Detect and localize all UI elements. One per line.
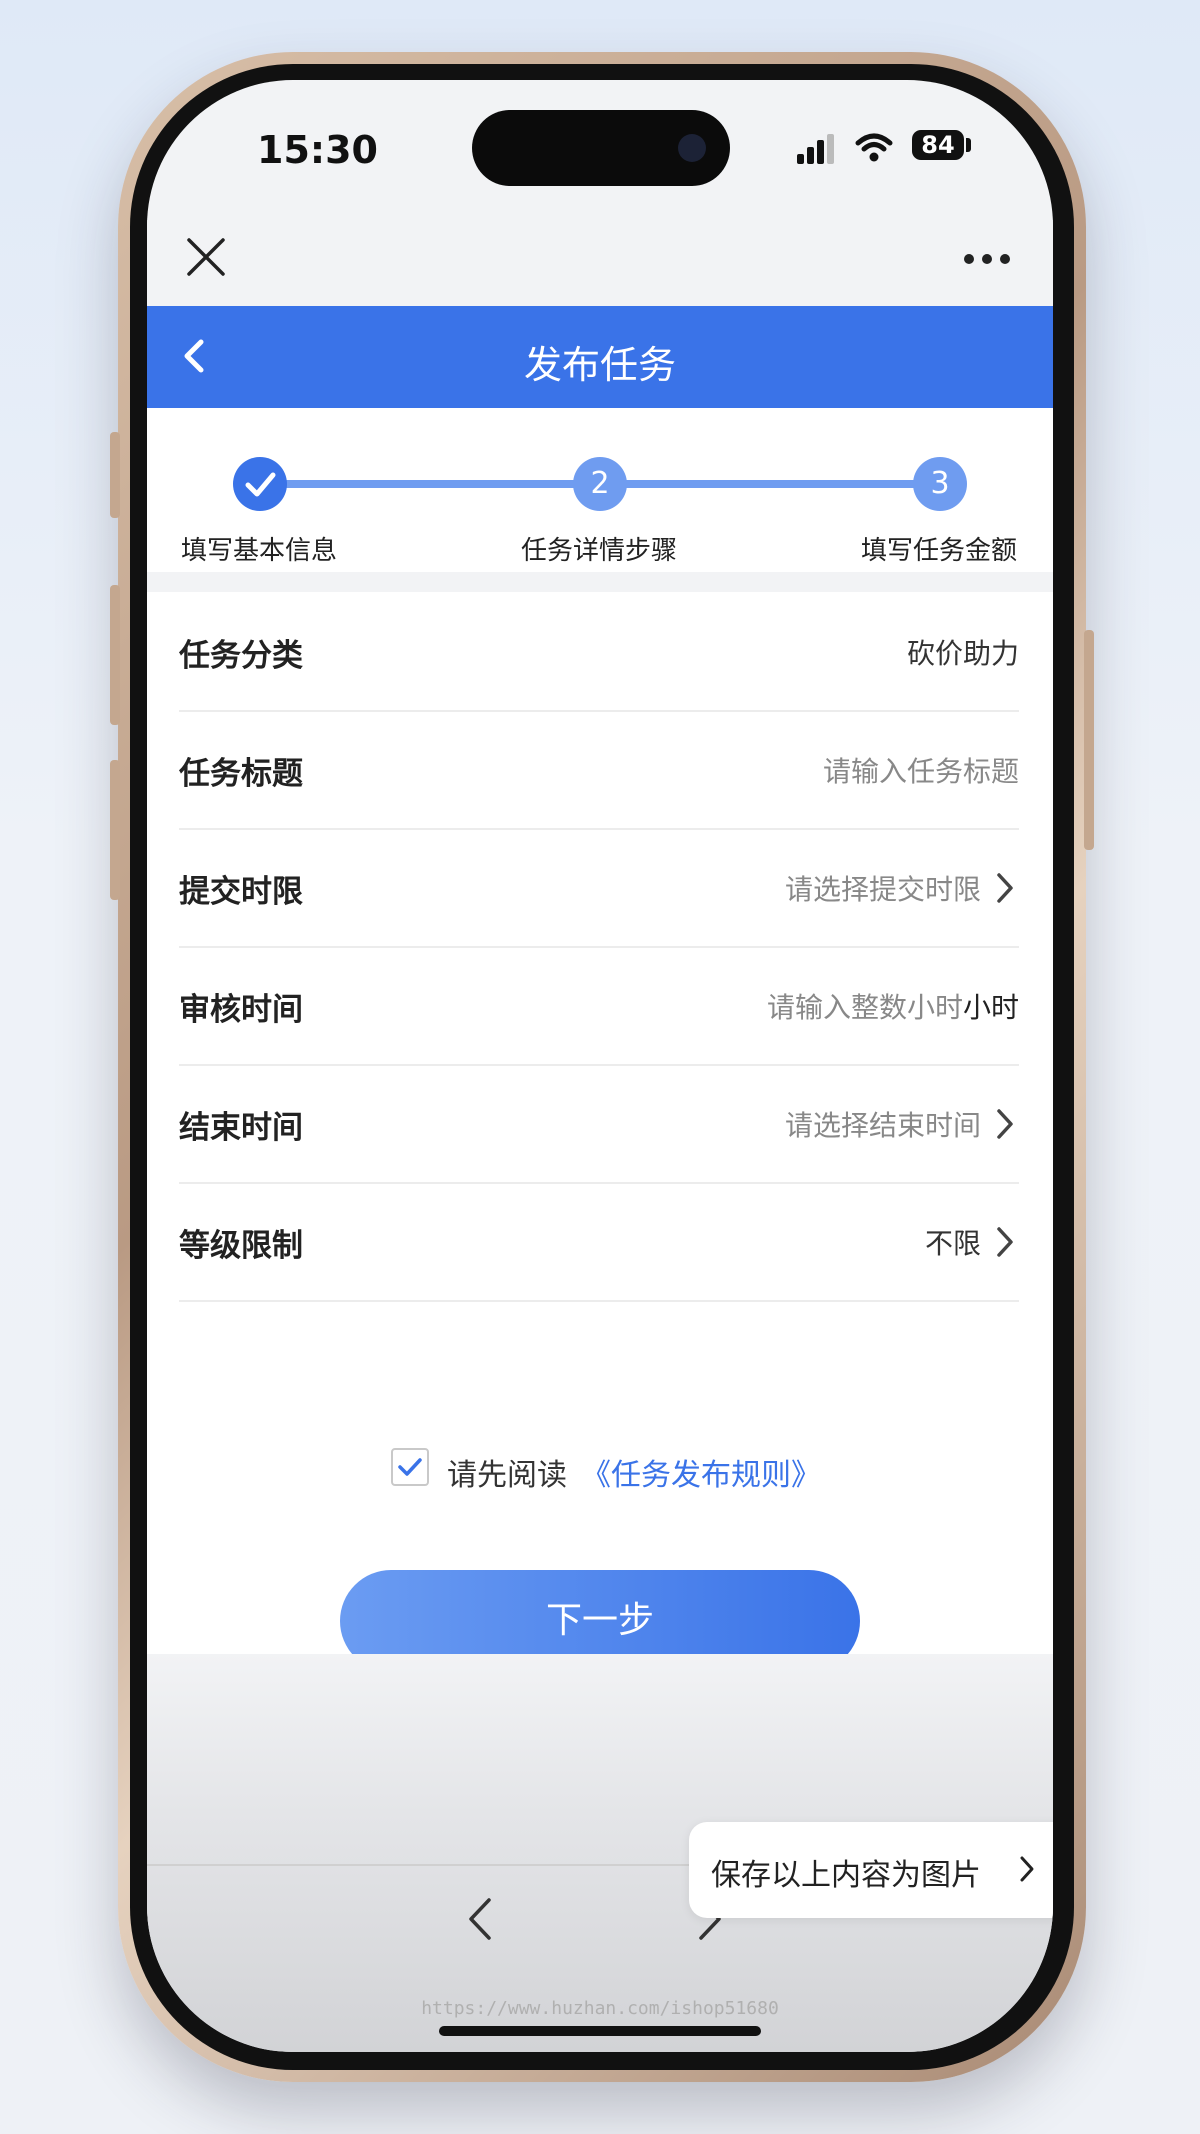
rules-link[interactable]: 《任务发布规则》 (581, 1450, 821, 1494)
step-2-number: 2 (573, 457, 627, 511)
agreement-row: 请先阅读 《任务发布规则》 (147, 1442, 1053, 1494)
phone-screen: 15:30 84 发布任务 2 3 填写基本信息 任务详情步骤 填写任务金额 任… (147, 80, 1053, 2052)
step-1-label: 填写基本信息 (181, 536, 338, 566)
more-options-icon[interactable] (963, 252, 1011, 266)
category-label: 任务分类 (179, 638, 303, 674)
status-time: 15:30 (257, 128, 378, 172)
camera-icon (678, 134, 706, 162)
action-button (110, 432, 120, 518)
battery-tip (966, 138, 971, 152)
nav-back-icon[interactable] (465, 1896, 495, 1942)
checkmark-icon (398, 1458, 422, 1476)
step-progress: 2 3 填写基本信息 任务详情步骤 填写任务金额 (147, 408, 1053, 572)
step-3-label: 填写任务金额 (861, 536, 1018, 566)
form-row-end-time[interactable]: 结束时间 请选择结束时间 (179, 1064, 1019, 1184)
end-time-placeholder: 请选择结束时间 (784, 1109, 981, 1142)
step-1-done-icon (233, 457, 287, 511)
review-time-unit: 小时 (962, 991, 1019, 1024)
volume-down-button (110, 760, 120, 900)
step-2-label: 任务详情步骤 (521, 536, 678, 566)
volume-up-button (110, 585, 120, 725)
section-divider (147, 572, 1053, 592)
form-row-review-time[interactable]: 审核时间 请输入整数小时 小时 (179, 946, 1019, 1066)
form-row-submit-limit[interactable]: 提交时限 请选择提交时限 (179, 828, 1019, 948)
title-label: 任务标题 (179, 756, 303, 792)
submit-limit-select[interactable]: 请选择提交时限 (785, 868, 1019, 908)
save-as-image-label: 保存以上内容为图片 (711, 1858, 981, 1893)
category-value: 砍价助力 (906, 637, 1019, 670)
status-bar: 15:30 84 (147, 80, 1053, 220)
title-input[interactable]: 请输入任务标题 (823, 750, 1019, 790)
review-time-label: 审核时间 (179, 992, 303, 1028)
level-limit-value: 不限 (924, 1227, 981, 1260)
end-time-select[interactable]: 请选择结束时间 (785, 1104, 1019, 1144)
chevron-right-icon (997, 1227, 1013, 1257)
form-row-title[interactable]: 任务标题 请输入任务标题 (179, 710, 1019, 830)
battery-indicator: 84 (912, 130, 964, 160)
save-as-image-button[interactable]: 保存以上内容为图片 (689, 1822, 1053, 1918)
wifi-icon (855, 133, 893, 162)
home-indicator[interactable] (439, 2026, 761, 2036)
level-limit-select[interactable]: 不限 (925, 1222, 1019, 1262)
step-3-number: 3 (913, 457, 967, 511)
close-icon[interactable] (185, 236, 227, 278)
browser-top-bar (147, 220, 1053, 305)
cellular-signal-icon (797, 134, 834, 164)
chevron-right-icon (997, 873, 1013, 903)
form-row-category[interactable]: 任务分类 砍价助力 (179, 592, 1019, 712)
dynamic-island (472, 110, 730, 186)
chevron-right-icon (997, 1109, 1013, 1139)
task-form: 任务分类 砍价助力 任务标题 请输入任务标题 提交时限 请选择提交时限 审核时间… (147, 592, 1053, 1672)
agreement-text: 请先阅读 (447, 1458, 567, 1493)
review-time-placeholder: 请输入整数小时 (766, 991, 963, 1024)
chevron-right-icon (1020, 1856, 1034, 1882)
power-button (1084, 630, 1094, 850)
level-limit-label: 等级限制 (179, 1228, 303, 1264)
watermark-text: https://www.huzhan.com/ishop51680 (421, 1998, 779, 2019)
submit-limit-label: 提交时限 (179, 874, 303, 910)
end-time-label: 结束时间 (179, 1110, 303, 1146)
form-row-level-limit[interactable]: 等级限制 不限 (179, 1182, 1019, 1302)
page-header: 发布任务 (147, 306, 1053, 408)
agreement-checkbox[interactable] (391, 1448, 429, 1486)
submit-limit-placeholder: 请选择提交时限 (784, 873, 981, 906)
review-time-input[interactable]: 请输入整数小时 小时 (767, 986, 1019, 1026)
page-title: 发布任务 (523, 343, 676, 387)
